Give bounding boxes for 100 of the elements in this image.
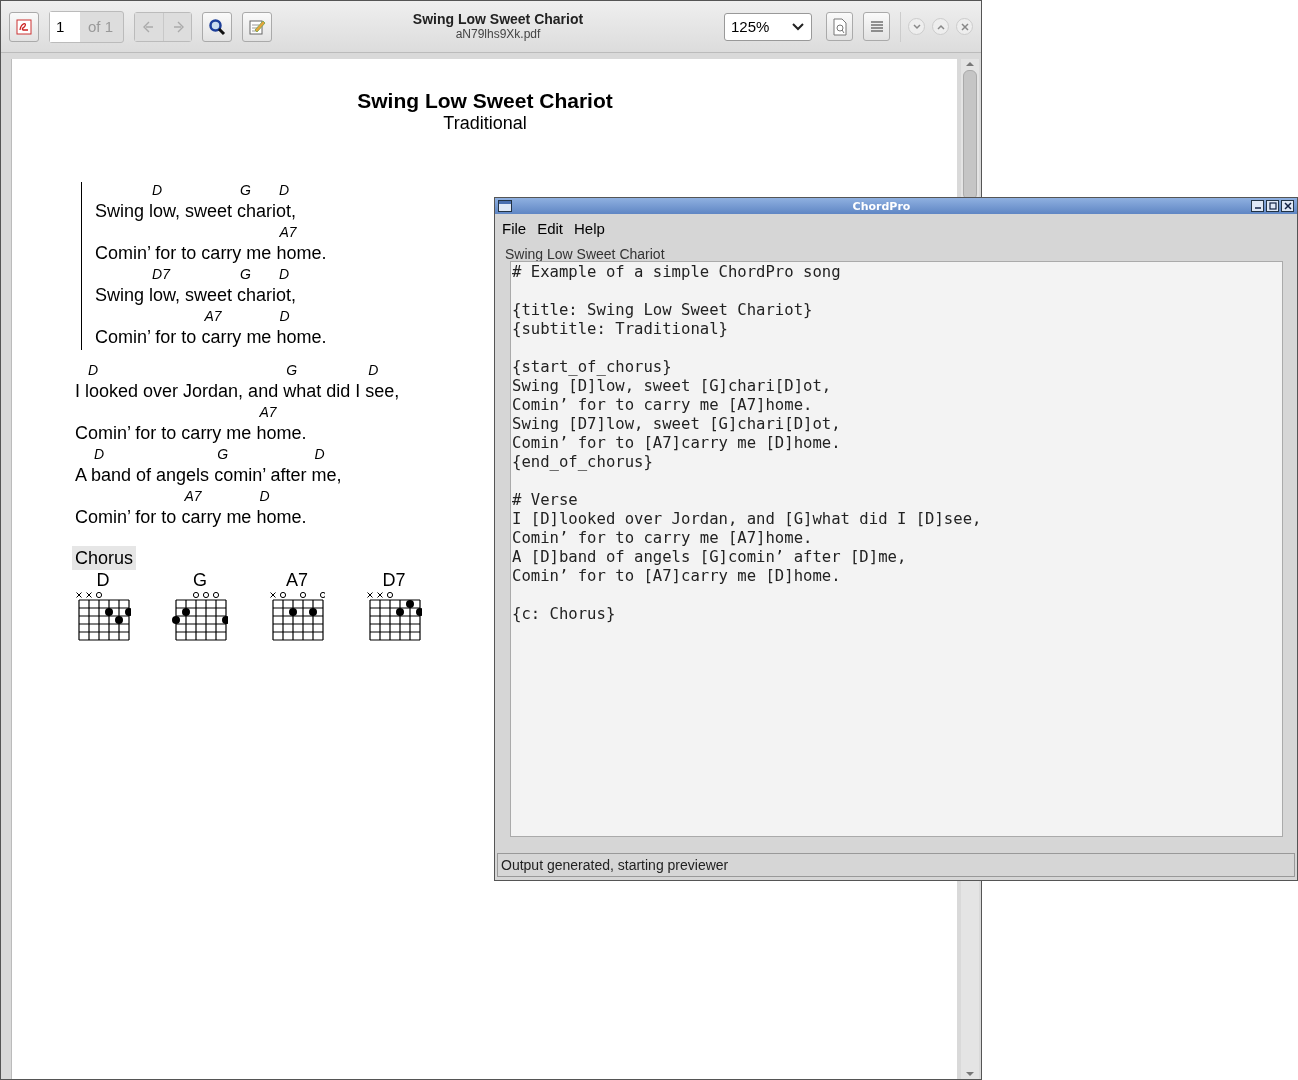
- maximize-icon: [1268, 202, 1277, 210]
- page-view-button[interactable]: [826, 12, 853, 41]
- chord-name: G: [193, 570, 207, 590]
- chord-symbol: G: [239, 182, 252, 199]
- code-line: # Verse: [512, 491, 579, 510]
- search-button[interactable]: [202, 11, 233, 42]
- menu-item[interactable]: Help: [574, 220, 605, 237]
- lyric-text: low, sweet: [149, 200, 234, 223]
- lyric-text: me,: [311, 464, 342, 487]
- page-field[interactable]: 1 of 1: [49, 10, 125, 43]
- window-menu-icon[interactable]: [498, 200, 512, 212]
- chord-symbol: A7: [203, 308, 223, 325]
- lyric-text: band of angels: [91, 464, 211, 487]
- lyric-text: Swing: [95, 200, 146, 223]
- code-line: {title: Swing Low Sweet Chariot}: [512, 301, 814, 320]
- lyric-text: what did I: [283, 380, 362, 403]
- code-line: {end_of_chorus}: [512, 453, 654, 472]
- scroll-down-icon: [966, 1071, 974, 1077]
- code-line: # Example of a simple ChordPro song: [512, 263, 842, 282]
- code-line: {c: Chorus}: [512, 605, 617, 624]
- chord-symbol: G: [239, 266, 252, 283]
- chord-symbol: D: [278, 182, 291, 199]
- chord-symbol: D: [151, 182, 164, 199]
- code-line: A [D]band of angels [G]comin’ after [D]me,: [512, 548, 908, 567]
- menu-item[interactable]: Edit: [537, 220, 564, 237]
- chord-symbol: D: [93, 446, 106, 463]
- chord-diagram-drawing: [366, 590, 422, 642]
- zoom-select[interactable]: 125%: [724, 12, 812, 41]
- close-icon: [1283, 202, 1292, 210]
- song-subtitle: Traditional: [442, 113, 528, 134]
- lyric-text: Comin’ for to: [95, 326, 198, 349]
- chord-symbol: A7: [258, 404, 278, 421]
- page-number: 1: [50, 11, 80, 42]
- lyric-text: Comin’ for to: [75, 506, 178, 529]
- lyric-text: Swing: [95, 284, 146, 307]
- code-line: I [D]looked over Jordan, and [G]what did I [D]see,: [512, 510, 983, 529]
- lyric-text: low, sweet: [149, 284, 234, 307]
- lyric-text: home.: [276, 242, 327, 265]
- chord-symbol: D7: [151, 266, 172, 283]
- lyric-text: Comin’ for to carry me: [95, 242, 273, 265]
- menu-button[interactable]: [863, 12, 890, 41]
- lyric-text: Comin’ for to carry me: [75, 422, 253, 445]
- editor-label: Swing Low Sweet Chariot: [504, 245, 666, 261]
- maximize-button[interactable]: [1266, 200, 1279, 212]
- scroll-up-icon: [966, 61, 974, 67]
- close-button[interactable]: [1281, 200, 1294, 212]
- chord-symbol: D: [258, 488, 271, 505]
- code-line: Swing [D7]low, sweet [G]chari[D]ot,: [512, 415, 842, 434]
- close-icon: [960, 22, 969, 31]
- chord-symbol: D: [87, 362, 100, 379]
- minimize-button[interactable]: [1251, 200, 1264, 212]
- lyric-text: comin’ after: [214, 464, 308, 487]
- code-line: Comin’ for to carry me [A7]home.: [512, 396, 814, 415]
- lyric-text: carry me: [181, 506, 253, 529]
- section-comment: Chorus: [72, 546, 137, 570]
- document-magnifier-icon: [832, 17, 847, 36]
- chord-symbol: D: [367, 362, 380, 379]
- chord-symbol: A7: [278, 224, 298, 241]
- window-title: ChordPro: [851, 199, 912, 213]
- lyric-text: home.: [256, 422, 307, 445]
- edit-button[interactable]: [242, 11, 273, 42]
- menu-icon: [869, 19, 884, 34]
- lyric-text: chari: [237, 284, 277, 307]
- lyric-text: see,: [365, 380, 400, 403]
- chord-diagram-drawing: [172, 590, 228, 642]
- lyric-text: I: [75, 380, 81, 403]
- search-icon: [208, 17, 227, 36]
- menu-item[interactable]: File: [502, 220, 527, 237]
- signature-icon: [16, 18, 32, 35]
- document-title: Swing Low Sweet Chariot: [412, 11, 584, 27]
- lyric-text: looked over Jordan, and: [85, 380, 280, 403]
- chord-symbol: D: [278, 308, 291, 325]
- file-name: aN79lhs9Xk.pdf: [455, 26, 541, 42]
- status-text: Output generated, starting previewer: [501, 857, 729, 873]
- chord-symbol: G: [216, 446, 229, 463]
- notepad-pencil-icon: [248, 17, 267, 36]
- lyric-text: chari: [237, 200, 277, 223]
- chevron-up-icon: [936, 23, 945, 30]
- code-line: Comin’ for to [A7]carry me [D]home.: [512, 434, 842, 453]
- chord-symbol: D: [313, 446, 326, 463]
- code-line: Comin’ for to carry me [A7]home.: [512, 529, 814, 548]
- lyric-text: ot,: [276, 284, 297, 307]
- chord-diagram-drawing: [269, 590, 325, 642]
- signature-button[interactable]: [9, 11, 39, 42]
- lyric-text: home.: [256, 506, 307, 529]
- code-line: {subtitle: Traditional}: [512, 320, 729, 339]
- song-editor-field[interactable]: [510, 261, 1283, 837]
- chord-symbol: A7: [183, 488, 203, 505]
- code-line: Comin’ for to [A7]carry me [D]home.: [512, 567, 842, 586]
- caret-icon: [791, 21, 805, 32]
- code-line: Swing [D]low, sweet [G]chari[D]ot,: [512, 377, 833, 396]
- chord-name: A7: [286, 570, 308, 590]
- chord-name: D7: [382, 570, 406, 590]
- chord-name: D: [96, 570, 110, 590]
- lyric-text: ot,: [276, 200, 297, 223]
- page-count: of 1: [87, 17, 115, 37]
- lyric-text: home.: [276, 326, 327, 349]
- chevron-down-icon: [912, 23, 921, 30]
- song-title: Swing Low Sweet Chariot: [356, 89, 614, 113]
- scrollbar-thumb[interactable]: [963, 70, 977, 200]
